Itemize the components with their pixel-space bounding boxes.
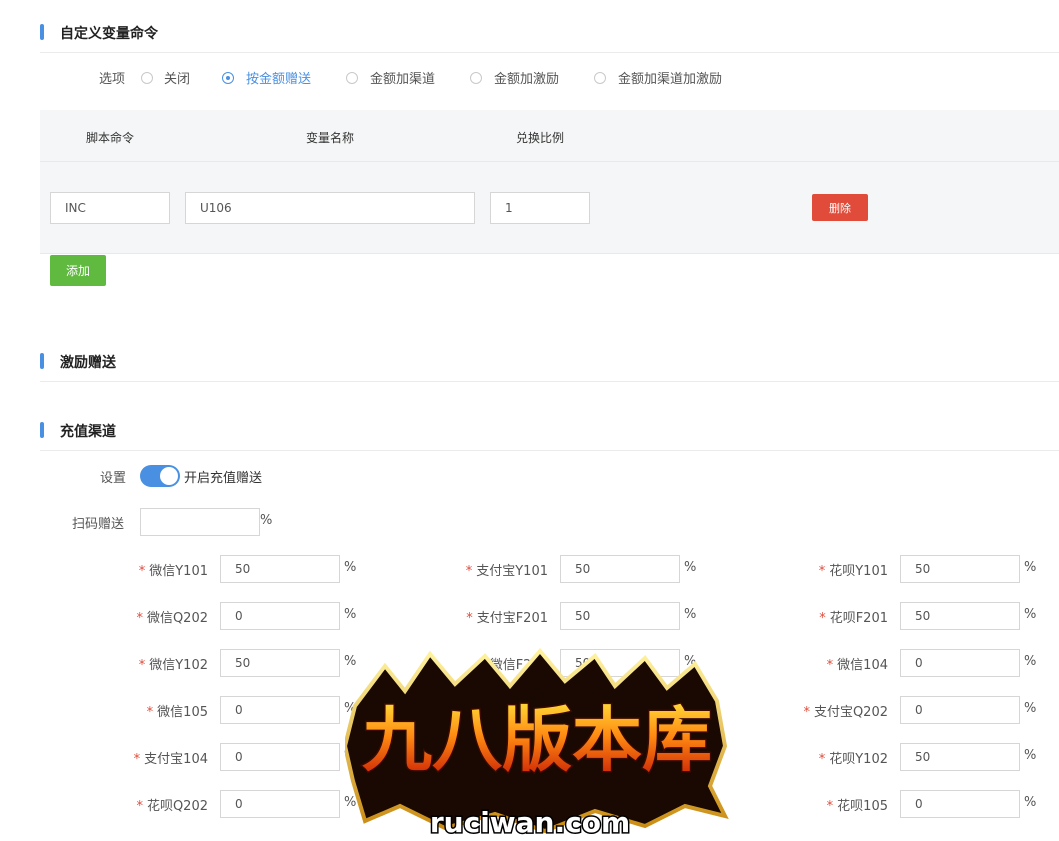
required-marker: * xyxy=(136,799,143,814)
channel-label: * 花呗Q202 xyxy=(8,795,208,814)
channel-percent-input[interactable]: 50 xyxy=(900,555,1020,583)
command-input[interactable]: INC xyxy=(50,192,170,224)
radio-close[interactable] xyxy=(141,72,153,84)
section-marker xyxy=(40,24,44,40)
required-marker: * xyxy=(465,564,473,579)
required-marker: * xyxy=(826,799,834,814)
channel-label: * 微信Q202 xyxy=(8,607,208,626)
recharge-bonus-toggle[interactable] xyxy=(140,465,180,487)
radio-amount-incentive[interactable] xyxy=(470,72,482,84)
scan-bonus-label: 扫码赠送 xyxy=(72,517,125,532)
required-marker: * xyxy=(819,611,826,626)
channel-label: * 花呗Y101 xyxy=(688,560,888,579)
channel-percent-input[interactable]: 0 xyxy=(220,602,340,630)
section-title-incentive: 激励赠送 xyxy=(60,355,116,371)
percent-sign: % xyxy=(1024,701,1037,716)
required-marker: * xyxy=(818,564,826,579)
percent-sign: % xyxy=(1024,654,1037,669)
channel-label: * 微信Y102 xyxy=(8,654,208,673)
channel-label-text: 微信104 xyxy=(837,658,888,673)
section-marker xyxy=(40,422,44,438)
percent-sign: % xyxy=(1024,748,1037,763)
channel-label: * 支付宝F201 xyxy=(348,607,548,626)
channel-label: * 支付宝104 xyxy=(8,748,208,767)
channel-label-text: 支付宝104 xyxy=(144,752,208,767)
channel-percent-input[interactable]: 0 xyxy=(900,649,1020,677)
header-exchange-ratio: 兑换比例 xyxy=(516,131,565,145)
options-label: 选项 xyxy=(99,72,126,87)
radio-label-amount-channel[interactable]: 金额加渠道 xyxy=(370,68,435,87)
radio-label-close[interactable]: 关闭 xyxy=(164,68,190,87)
channel-label-text: 花呗Q202 xyxy=(146,799,208,814)
channel-percent-input[interactable]: 0 xyxy=(900,790,1020,818)
channel-label-text: 微信105 xyxy=(157,705,208,720)
channel-percent-input[interactable]: 50 xyxy=(220,649,340,677)
channel-percent-input[interactable]: 0 xyxy=(220,790,340,818)
channel-percent-input[interactable]: 50 xyxy=(220,555,340,583)
channel-label-text: 微信Y102 xyxy=(149,658,208,673)
channel-label-text: 支付宝F201 xyxy=(476,611,548,626)
channel-label-text: 微信Y101 xyxy=(149,564,208,579)
channel-label-text: 花呗Y102 xyxy=(829,752,888,767)
channel-label-text: 支付宝Q202 xyxy=(813,705,888,720)
channel-label-text: 微信Q202 xyxy=(146,611,208,626)
percent-sign: % xyxy=(1024,607,1037,622)
required-marker: * xyxy=(466,611,473,626)
channel-percent-input[interactable]: 50 xyxy=(560,555,680,583)
radio-by-amount[interactable] xyxy=(222,72,234,84)
watermark-title: 九八版本库 xyxy=(362,699,712,781)
required-marker: * xyxy=(146,705,154,720)
channel-label-text: 花呗F201 xyxy=(829,611,888,626)
channel-percent-input[interactable]: 50 xyxy=(560,602,680,630)
channel-label: * 支付宝Y101 xyxy=(348,560,548,579)
channel-label: * 花呗F201 xyxy=(688,607,888,626)
channel-label: * 微信Y101 xyxy=(8,560,208,579)
required-marker: * xyxy=(803,705,810,720)
channel-percent-input[interactable]: 50 xyxy=(900,602,1020,630)
divider xyxy=(40,381,1059,382)
delete-button[interactable]: 删除 xyxy=(812,194,868,221)
channel-percent-input[interactable]: 50 xyxy=(900,743,1020,771)
required-marker: * xyxy=(138,564,146,579)
channel-percent-input[interactable]: 0 xyxy=(220,743,340,771)
channel-label-text: 支付宝Y101 xyxy=(476,564,548,579)
required-marker: * xyxy=(136,611,143,626)
toggle-label: 开启充值赠送 xyxy=(184,471,263,486)
header-script-command: 脚本命令 xyxy=(86,131,135,145)
radio-amount-channel-incentive[interactable] xyxy=(594,72,606,84)
watermark-logo: 九八版本库 ruciwan.com xyxy=(345,647,729,841)
radio-label-amount-channel-incentive[interactable]: 金额加渠道加激励 xyxy=(618,68,722,87)
section-title-recharge: 充值渠道 xyxy=(60,424,116,440)
required-marker: * xyxy=(818,752,826,767)
radio-label-by-amount[interactable]: 按金额赠送 xyxy=(246,68,311,87)
percent-sign: % xyxy=(260,513,273,528)
channel-percent-input[interactable]: 0 xyxy=(900,696,1020,724)
ratio-input[interactable]: 1 xyxy=(490,192,590,224)
percent-sign: % xyxy=(1024,795,1037,810)
channel-label-text: 花呗Y101 xyxy=(829,564,888,579)
required-marker: * xyxy=(826,658,834,673)
radio-amount-channel[interactable] xyxy=(346,72,358,84)
header-variable-name: 变量名称 xyxy=(306,131,355,145)
divider xyxy=(40,450,1059,451)
watermark-url: ruciwan.com xyxy=(430,806,630,839)
section-title-custom-var: 自定义变量命令 xyxy=(60,26,158,42)
channel-label-text: 花呗105 xyxy=(837,799,888,814)
required-marker: * xyxy=(133,752,141,767)
channel-percent-input[interactable]: 0 xyxy=(220,696,340,724)
channel-label: * 微信105 xyxy=(8,701,208,720)
variable-name-input[interactable]: U106 xyxy=(185,192,475,224)
setting-label: 设置 xyxy=(100,471,127,486)
required-marker: * xyxy=(138,658,146,673)
toggle-knob xyxy=(160,467,178,485)
add-button[interactable]: 添加 xyxy=(50,255,106,286)
scan-bonus-input[interactable] xyxy=(140,508,260,536)
radio-label-amount-incentive[interactable]: 金额加激励 xyxy=(494,68,559,87)
percent-sign: % xyxy=(1024,560,1037,575)
section-marker xyxy=(40,353,44,369)
divider xyxy=(40,52,1059,53)
